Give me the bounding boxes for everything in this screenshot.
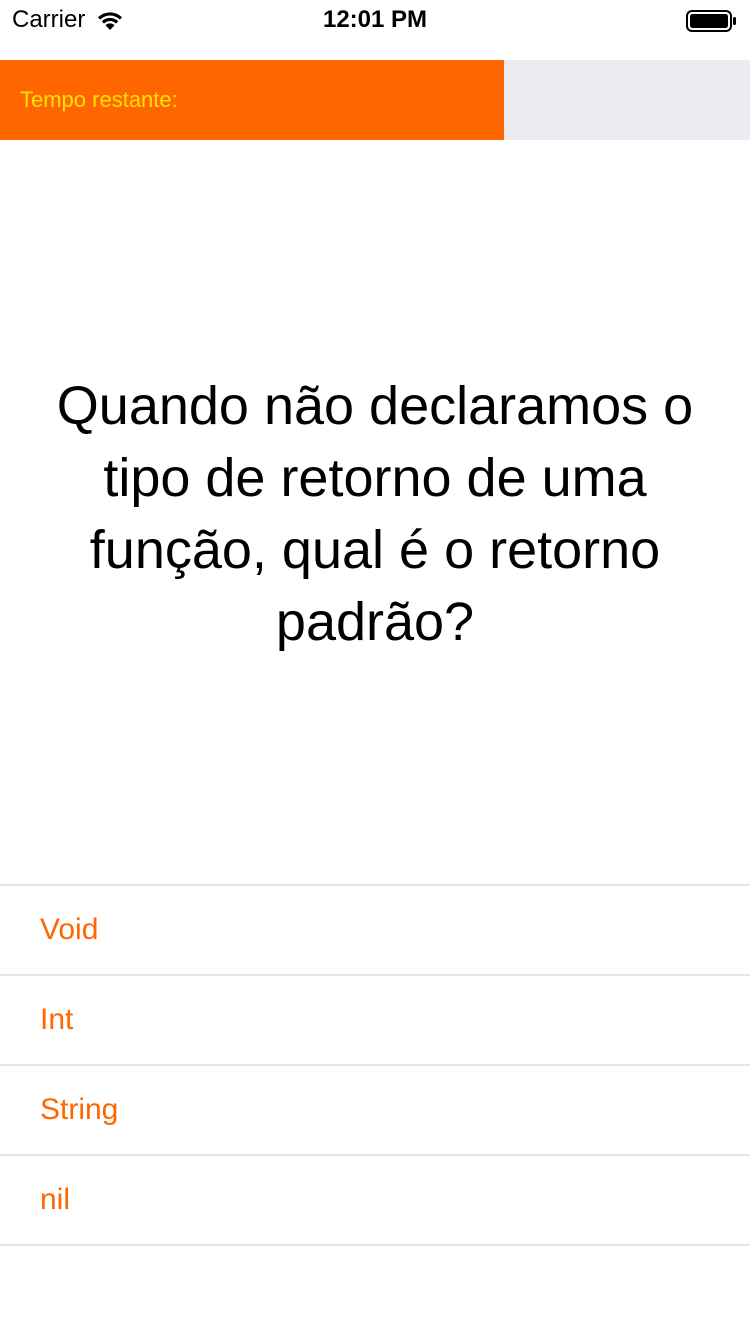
status-bar: Carrier 12:01 PM xyxy=(0,0,750,40)
answer-option[interactable]: nil xyxy=(0,1156,750,1246)
status-time: 12:01 PM xyxy=(322,6,428,33)
answer-option[interactable]: Void xyxy=(0,886,750,976)
answer-option[interactable]: Int xyxy=(0,976,750,1066)
answer-label: String xyxy=(40,1093,119,1126)
answer-label: nil xyxy=(40,1183,71,1216)
answers-list: Void Int String nil xyxy=(0,884,750,1246)
answer-label: Void xyxy=(40,913,99,946)
question-text: Quando não declaramos o tipo de retorno … xyxy=(56,376,694,652)
quiz-screen: Carrier 12:01 PM Tempo restante: Quando … xyxy=(0,0,750,1334)
answer-label: Int xyxy=(40,1003,74,1036)
battery-full-icon xyxy=(686,10,736,32)
answer-option[interactable]: String xyxy=(0,1066,750,1156)
timer-label: Tempo restante: xyxy=(20,87,178,112)
timer-progress-bar: Tempo restante: xyxy=(0,60,750,140)
